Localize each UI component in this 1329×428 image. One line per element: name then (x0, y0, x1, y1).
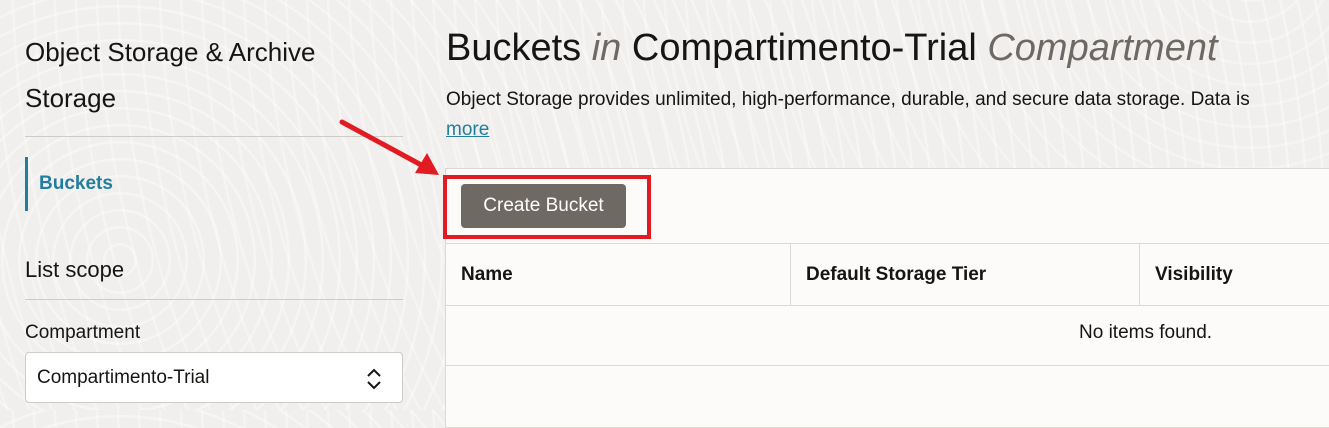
empty-message: No items found. (1079, 322, 1213, 343)
chevron-up-down-icon (367, 368, 381, 390)
column-header-visibility[interactable]: Visibility (1140, 244, 1329, 305)
page-title-main: Buckets (446, 27, 582, 69)
table-header: Name Default Storage Tier Visibility (446, 243, 1329, 306)
page-title-compartment: Compartimento-Trial (631, 27, 977, 69)
compartment-select-value: Compartimento-Trial (37, 367, 210, 388)
more-link[interactable]: more (446, 119, 489, 141)
column-header-name[interactable]: Name (446, 244, 791, 305)
compartment-select[interactable]: Compartimento-Trial (25, 352, 403, 403)
page-title: Buckets in Compartimento-Trial Compartme… (446, 26, 1218, 70)
page-title-in: in (591, 27, 622, 69)
list-scope-heading: List scope (25, 257, 125, 282)
highlight-box (443, 175, 651, 239)
compartment-label: Compartment (25, 322, 141, 343)
page-title-suffix: Compartment (987, 27, 1218, 69)
scope-divider (25, 299, 403, 300)
sidebar-title: Object Storage & Archive Storage (25, 37, 316, 113)
red-arrow-icon (339, 119, 439, 175)
column-header-storage-tier[interactable]: Default Storage Tier (791, 244, 1140, 305)
page-description: Object Storage provides unlimited, high-… (446, 89, 1250, 110)
